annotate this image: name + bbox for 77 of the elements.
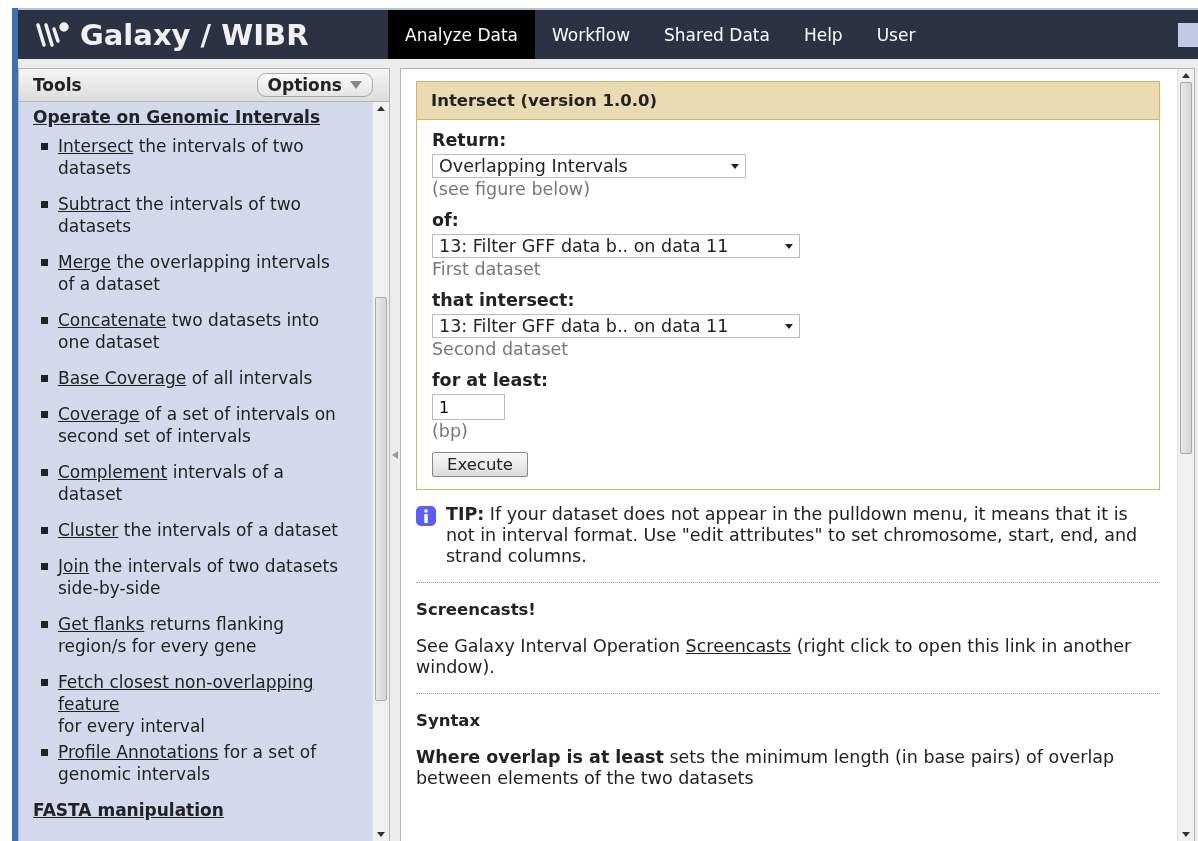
- field-help: (bp): [432, 421, 469, 442]
- tool-link[interactable]: Concatenate: [58, 310, 167, 330]
- scrollbar[interactable]: [1177, 69, 1194, 841]
- info-icon: [416, 506, 436, 526]
- bullet-icon: [41, 621, 48, 628]
- bullet-icon: [41, 259, 48, 266]
- dropdown[interactable]: 13: Filter GFF data b.. on data 11: [432, 314, 800, 338]
- nav-tab[interactable]: Workflow: [535, 10, 648, 59]
- bullet-icon: [41, 749, 48, 756]
- bullet-icon: [41, 375, 48, 382]
- tool-entry: Merge the overlapping intervals of a dataset: [58, 251, 331, 295]
- field-label: Return:: [432, 130, 508, 151]
- bullet-icon: [41, 563, 48, 570]
- tool-entry: Subtract the intervals of two datasets: [58, 193, 302, 237]
- tool-link[interactable]: Subtract: [58, 194, 131, 214]
- collapse-icon[interactable]: [392, 450, 398, 459]
- tool-entry: Coverage of a set of intervals on second set of intervals: [58, 403, 337, 447]
- tool-link[interactable]: Intersect: [58, 136, 134, 156]
- panel-title: Tools: [33, 75, 82, 95]
- field-help: First dataset: [432, 259, 542, 280]
- tool-link[interactable]: Join: [58, 556, 89, 576]
- field-label: for at least:: [432, 370, 550, 391]
- tool-link[interactable]: Cluster: [58, 520, 119, 540]
- brand-title: Galaxy / WIBR: [80, 17, 309, 52]
- screencasts-text: See Galaxy Interval Operation Screencasts (right click to open this link in another window).: [416, 636, 1133, 678]
- scroll-up-icon: [1182, 73, 1190, 78]
- tool-entry: Get flanks returns flanking region/s for every gene: [58, 613, 285, 657]
- tool-link[interactable]: Base Coverage: [58, 368, 187, 388]
- scroll-up-icon: [377, 106, 385, 111]
- screencasts-link[interactable]: Screencasts: [685, 636, 792, 656]
- bullet-icon: [41, 317, 48, 324]
- nav-tab[interactable]: User: [859, 10, 933, 59]
- tool-link[interactable]: Merge: [58, 252, 112, 272]
- tool-entry: Base Coverage of all intervals: [58, 367, 314, 389]
- nav-tab[interactable]: Help: [786, 10, 860, 59]
- input-field[interactable]: 1: [432, 394, 505, 420]
- section-heading: Screencasts!: [416, 599, 537, 620]
- tool-entry: Intersect the intervals of two datasets: [58, 135, 305, 179]
- tool-entry: Complement intervals of a dataset: [58, 461, 285, 505]
- tool-entry: Join the intervals of two datasets side-by-side: [58, 555, 339, 599]
- bullet-icon: [41, 201, 48, 208]
- section-link[interactable]: FASTA manipulation: [33, 799, 366, 821]
- section-heading: Syntax: [416, 710, 482, 731]
- tip-text: TIP: If your dataset does not appear in the pulldown menu, it means that it is not in interval format. Use "edit attributes" to set chromosome, start, end, and strand columns.: [446, 504, 1139, 567]
- scroll-down-icon: [377, 832, 385, 837]
- bullet-icon: [41, 411, 48, 418]
- execute-button[interactable]: Execute: [432, 452, 528, 477]
- dropdown[interactable]: 13: Filter GFF data b.. on data 11: [432, 234, 800, 258]
- field-label: that intersect:: [432, 290, 576, 311]
- dropdown[interactable]: Overlapping Intervals: [432, 154, 746, 178]
- scrollbar[interactable]: [372, 102, 389, 841]
- tool-link[interactable]: Get flanks: [58, 614, 145, 634]
- bullet-icon: [41, 143, 48, 150]
- caret-icon: [785, 243, 793, 249]
- bullet-icon: [41, 469, 48, 476]
- caret-icon: [350, 81, 362, 89]
- field-help: Second dataset: [432, 339, 570, 360]
- bullet-icon: [41, 679, 48, 686]
- form-title: Intersect (version 1.0.0): [417, 82, 1159, 120]
- options-button[interactable]: Options: [256, 73, 373, 97]
- scroll-down-icon: [1182, 832, 1190, 837]
- field-label: of:: [432, 210, 460, 231]
- caret-icon: [785, 323, 793, 329]
- tool-link[interactable]: Coverage: [58, 404, 140, 424]
- tool-entry: Concatenate two datasets into one dataset: [58, 309, 321, 353]
- field-help: (see figure below): [432, 179, 591, 200]
- tool-entry: Profile Annotations for a set of genomic intervals: [58, 741, 318, 785]
- tool-link[interactable]: Complement: [58, 462, 168, 482]
- bullet-icon: [41, 527, 48, 534]
- tool-entry: Cluster the intervals of a dataset: [58, 519, 339, 541]
- nav-tab[interactable]: Analyze Data: [388, 10, 535, 59]
- tool-link[interactable]: Profile Annotations: [58, 742, 219, 762]
- logo-icon: [34, 20, 70, 49]
- nav-tab[interactable]: Shared Data: [647, 10, 787, 59]
- syntax-text: Where overlap is at least sets the minimum length (in base pairs) of overlap between elements of the two datasets: [416, 747, 1116, 789]
- section-link[interactable]: Operate on Genomic Intervals: [33, 106, 366, 128]
- caret-icon: [731, 163, 739, 169]
